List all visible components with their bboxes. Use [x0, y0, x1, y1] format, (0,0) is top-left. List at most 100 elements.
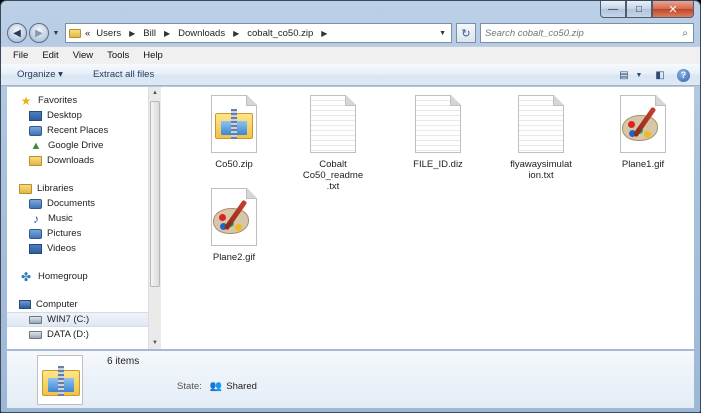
command-bar-right: ▤ ▼ ◧ ?: [607, 67, 690, 83]
zip-file-icon: [205, 95, 263, 153]
sidebar-group-label: Libraries: [37, 183, 74, 194]
sidebar-item-label: WIN7 (C:): [47, 314, 90, 325]
sidebar-item-pictures[interactable]: Pictures: [7, 226, 148, 241]
chevron-right-icon[interactable]: ▶: [321, 29, 327, 38]
change-view-icon[interactable]: ▤: [615, 67, 633, 83]
sidebar-homegroup[interactable]: ✤ Homegroup: [7, 269, 148, 284]
content-area: ★ Favorites Desktop Recent Places ▲ Google…: [7, 87, 694, 349]
sidebar-item-videos[interactable]: Videos: [7, 241, 148, 256]
refresh-button[interactable]: ↻: [456, 23, 476, 43]
address-dropdown-icon[interactable]: ▼: [434, 30, 451, 37]
sidebar-item-label: Google Drive: [48, 140, 104, 151]
state-value: Shared: [226, 381, 257, 392]
navigation-scrollbar[interactable]: ▲ ▼: [148, 87, 161, 349]
zip-file-icon: [37, 355, 83, 405]
menu-file[interactable]: File: [13, 50, 28, 61]
refresh-icon: ↻: [461, 27, 471, 40]
sidebar-item-recent-places[interactable]: Recent Places: [7, 123, 148, 138]
chevron-right-icon[interactable]: ▶: [129, 29, 135, 38]
sidebar-item-google-drive[interactable]: ▲ Google Drive: [7, 138, 148, 153]
sidebar-item-label: Pictures: [47, 228, 82, 239]
recent-pages-dropdown[interactable]: ▼: [51, 30, 61, 37]
sidebar-item-music[interactable]: ♪ Music: [7, 211, 148, 226]
close-button[interactable]: ✕: [652, 1, 694, 18]
sidebar-item-label: Recent Places: [47, 125, 109, 136]
navigation-pane: ★ Favorites Desktop Recent Places ▲ Google…: [7, 87, 148, 349]
file-name: Co50.zip: [215, 159, 253, 170]
file-name: Plane2.gif: [212, 252, 256, 263]
menu-bar: File Edit View Tools Help: [1, 46, 700, 64]
paint-image-icon: [205, 188, 263, 246]
search-icon[interactable]: ⌕: [677, 28, 693, 39]
breadcrumb-current[interactable]: cobalt_co50.zip ▶: [247, 28, 335, 39]
menu-edit[interactable]: Edit: [42, 50, 58, 61]
sidebar-group-label: Computer: [36, 299, 78, 310]
scroll-down-icon[interactable]: ▼: [149, 337, 161, 349]
sidebar-item-label: DATA (D:): [47, 329, 89, 340]
sidebar-item-documents[interactable]: Documents: [7, 196, 148, 211]
sidebar-item-label: Desktop: [47, 110, 82, 121]
search-input[interactable]: [485, 27, 677, 39]
menu-view[interactable]: View: [73, 50, 93, 61]
desktop-icon: [29, 110, 42, 121]
sidebar-computer[interactable]: Computer: [7, 297, 148, 312]
breadcrumb-downloads[interactable]: Downloads ▶: [178, 28, 247, 39]
sharing-state: State: 👥 Shared: [177, 381, 257, 392]
file-item-plane1-gif[interactable]: Plane1.gif: [602, 95, 684, 170]
sidebar-item-downloads[interactable]: Downloads: [7, 153, 148, 168]
organize-button[interactable]: Organize ▾: [17, 69, 63, 80]
state-label: State:: [177, 381, 202, 392]
help-icon[interactable]: ?: [677, 68, 690, 82]
file-item-file-id-diz[interactable]: FILE_ID.diz: [397, 95, 479, 170]
file-item-flyawaysimulation-txt[interactable]: flyawaysimulation.txt: [500, 95, 582, 181]
sidebar-favorites[interactable]: ★ Favorites: [7, 93, 148, 108]
scroll-up-icon[interactable]: ▲: [149, 87, 161, 99]
chevron-right-icon[interactable]: ▶: [233, 29, 239, 38]
file-list: Co50.zip Cobalt Co50_readme.txt FILE_ID.…: [161, 87, 694, 349]
google-drive-icon: ▲: [30, 139, 42, 152]
sidebar-item-label: Downloads: [47, 155, 94, 166]
pictures-icon: [29, 228, 42, 239]
search-box[interactable]: ⌕: [480, 23, 694, 43]
window-controls: — □ ✕: [600, 1, 694, 18]
sidebar-item-data-drive[interactable]: DATA (D:): [7, 327, 148, 342]
videos-icon: [29, 243, 42, 254]
recent-places-icon: [29, 125, 42, 136]
address-bar[interactable]: « Users ▶ Bill ▶ Downloads ▶ cobalt_co50.zi…: [65, 23, 452, 43]
text-file-icon: [304, 95, 362, 153]
breadcrumb-users[interactable]: Users ▶: [96, 28, 143, 39]
preview-pane-icon[interactable]: ◧: [651, 67, 669, 83]
menu-help[interactable]: Help: [143, 50, 163, 61]
sidebar-item-win7-drive[interactable]: WIN7 (C:): [7, 312, 148, 327]
documents-icon: [29, 198, 42, 209]
explorer-window: — □ ✕ ◀ ▶ ▼ « Users ▶ Bill ▶ Downloads ▶ co…: [0, 0, 701, 413]
file-name: flyawaysimulation.txt: [510, 159, 572, 181]
sidebar-group-label: Homegroup: [38, 271, 88, 282]
back-button[interactable]: ◀: [7, 23, 27, 43]
sidebar-item-label: Documents: [47, 198, 96, 209]
command-bar: Organize ▾ Extract all files ▤ ▼ ◧ ?: [1, 64, 700, 86]
extract-all-button[interactable]: Extract all files: [93, 69, 154, 80]
homegroup-icon: ✤: [20, 269, 32, 284]
scrollbar-thumb[interactable]: [150, 101, 160, 287]
sidebar-item-desktop[interactable]: Desktop: [7, 108, 148, 123]
file-item-plane2-gif[interactable]: Plane2.gif: [193, 188, 275, 263]
file-name: Cobalt Co50_readme.txt: [302, 159, 364, 192]
chevron-right-icon[interactable]: ▶: [164, 29, 170, 38]
details-pane: 6 items State: 👥 Shared: [7, 350, 694, 408]
forward-button[interactable]: ▶: [29, 23, 49, 43]
sidebar-libraries[interactable]: Libraries: [7, 181, 148, 196]
file-name: Plane1.gif: [621, 159, 665, 170]
drive-icon: [29, 315, 42, 324]
view-options-dropdown-icon[interactable]: ▼: [635, 67, 643, 83]
minimize-button[interactable]: —: [600, 1, 626, 18]
breadcrumb-overflow[interactable]: «: [85, 28, 90, 39]
file-item-readme-txt[interactable]: Cobalt Co50_readme.txt: [292, 95, 374, 192]
file-item-co50-zip[interactable]: Co50.zip: [193, 95, 275, 170]
menu-tools[interactable]: Tools: [107, 50, 129, 61]
text-file-icon: [512, 95, 570, 153]
breadcrumb-bill[interactable]: Bill ▶: [143, 28, 178, 39]
file-name: FILE_ID.diz: [413, 159, 463, 170]
sidebar-item-label: Music: [48, 213, 73, 224]
maximize-button[interactable]: □: [626, 1, 652, 18]
